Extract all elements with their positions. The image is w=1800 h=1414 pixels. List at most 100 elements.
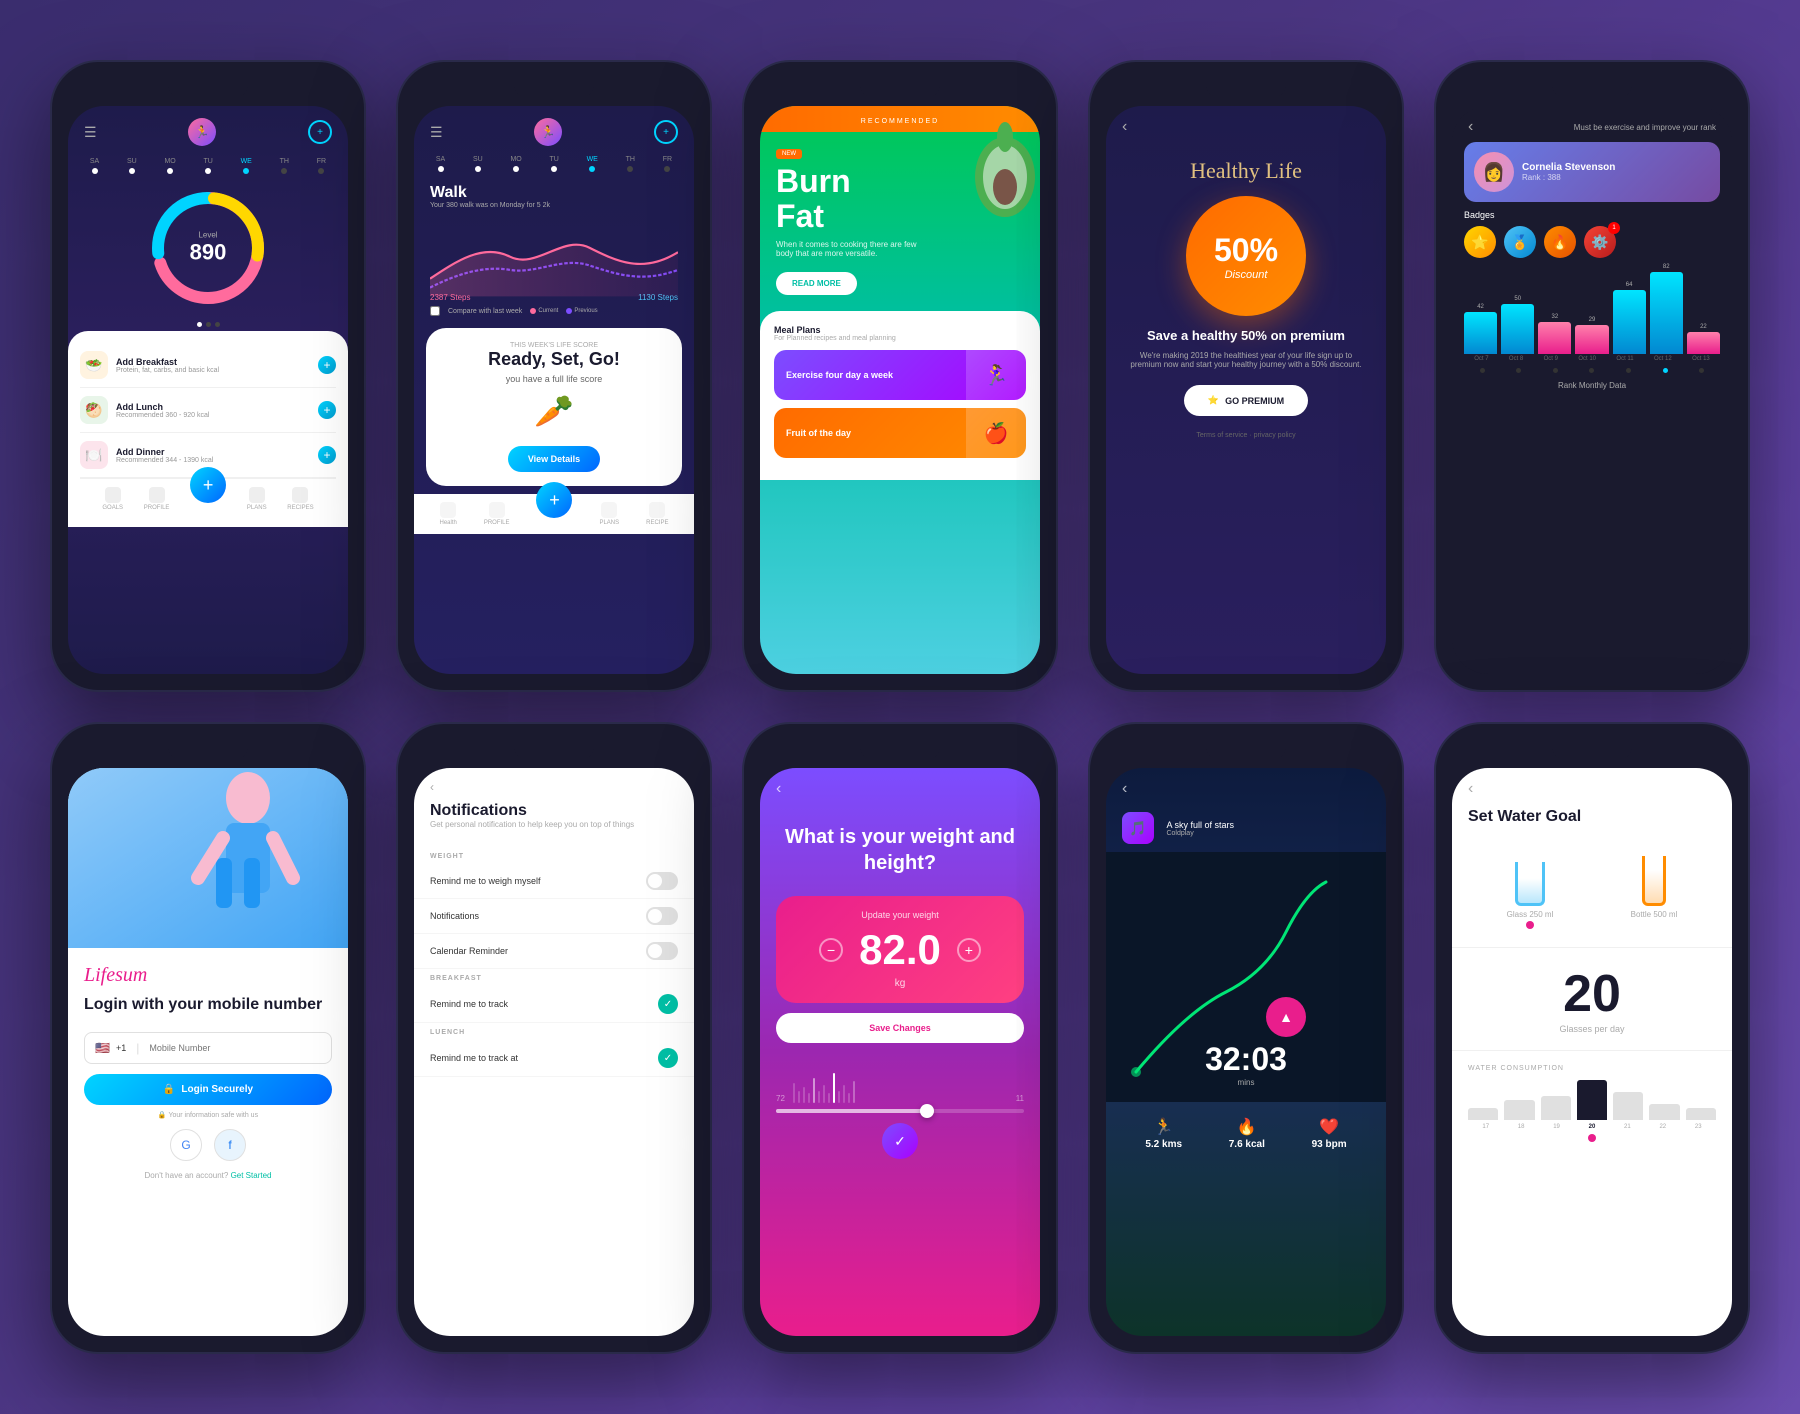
p9-stat-kcal: 🔥 7.6 kcal	[1229, 1117, 1265, 1150]
p5-header: ‹ Must be exercise and improve your rank	[1452, 106, 1732, 142]
p5-username: Cornelia Stevenson	[1522, 162, 1615, 173]
p7-subtitle: Get personal notification to help keep y…	[430, 820, 678, 829]
phone-notch-6	[168, 740, 248, 760]
p2-nav-health[interactable]: Health	[439, 502, 456, 526]
p4-discount-circle: 50% Discount	[1186, 196, 1306, 316]
p3-card-exercise[interactable]: Exercise four day a week 🏃‍♀️	[774, 350, 1026, 400]
p3-fruit-img: 🍎	[966, 408, 1026, 458]
p1-meal-breakfast[interactable]: 🥗 Add Breakfast Protein, fat, carbs, and…	[80, 343, 336, 388]
p3-hero: NEW BurnFat When it comes to cooking the…	[760, 132, 1040, 303]
p3-new-badge: NEW	[776, 149, 802, 159]
p6-facebook-btn[interactable]: f	[214, 1129, 246, 1161]
p10-dot-row	[1468, 1134, 1716, 1142]
p6-athlete-svg	[68, 768, 348, 948]
p7-header: ‹ Notifications Get personal notificatio…	[414, 768, 694, 847]
p1-menu-icon[interactable]: ☰	[84, 124, 97, 141]
p7-weigh-item[interactable]: Remind me to weigh myself	[414, 864, 694, 899]
p8-done-btn[interactable]: ✓	[882, 1123, 918, 1159]
p7-calendar-item[interactable]: Calendar Reminder	[414, 934, 694, 969]
p6-login-btn[interactable]: 🔒 Login Securely	[84, 1074, 332, 1105]
p2-menu-icon[interactable]: ☰	[430, 124, 443, 141]
p1-nav-recipes[interactable]: RECIPES	[287, 487, 313, 511]
p1-nav-plans[interactable]: PLANS	[247, 487, 267, 511]
phones-grid: ☰ 🏃 + SA SU MO TU WE TH FR	[50, 60, 1750, 1354]
p4-star-icon: ⭐	[1208, 395, 1219, 406]
p2-nav-recipes[interactable]: RECIPE	[646, 502, 668, 526]
phone7-screen: ‹ Notifications Get personal notificatio…	[414, 768, 694, 1336]
p10-back-icon[interactable]: ‹	[1468, 780, 1473, 798]
p10-count-label: Glasses per day	[1452, 1024, 1732, 1034]
p1-add-breakfast-btn[interactable]: +	[318, 356, 336, 374]
phone-notch-3	[860, 78, 940, 98]
p9-header: ‹	[1106, 768, 1386, 804]
p3-exercise-img: 🏃‍♀️	[966, 350, 1026, 400]
p7-breakfast-check: ✓	[658, 994, 678, 1014]
p4-back-icon[interactable]: ‹	[1122, 118, 1127, 135]
p3-read-more-btn[interactable]: READ MORE	[776, 272, 857, 295]
phone1-screen: ☰ 🏃 + SA SU MO TU WE TH FR	[68, 106, 348, 674]
p7-breakfast-label: BREAKFAST	[414, 969, 694, 986]
p1-add-lunch-btn[interactable]: +	[318, 401, 336, 419]
p8-weight-row: − 82.0 +	[790, 926, 1010, 974]
p4-title: Healthy Life	[1122, 158, 1370, 184]
p7-breakfast-track-item[interactable]: Remind me to track ✓	[414, 986, 694, 1023]
p2-nav-plans[interactable]: PLANS	[599, 502, 619, 526]
phone-walk: ☰ 🏃 + SA SU MO TU WE TH FR Walk Your 380…	[396, 60, 712, 692]
p10-count: 20	[1452, 964, 1732, 1024]
p10-bottle-option[interactable]: Bottle 500 ml	[1630, 846, 1678, 931]
p4-premium-btn[interactable]: ⭐ GO PREMIUM	[1184, 385, 1308, 416]
p5-back-icon[interactable]: ‹	[1468, 118, 1473, 136]
p2-view-btn[interactable]: View Details	[508, 446, 600, 472]
p1-days: SA SU MO TU WE TH FR	[68, 154, 348, 178]
phone2-screen: ☰ 🏃 + SA SU MO TU WE TH FR Walk Your 380…	[414, 106, 694, 674]
p6-google-btn[interactable]: G	[170, 1129, 202, 1161]
p2-nav-profile[interactable]: PROFILE	[484, 502, 510, 526]
p2-compare: Compare with last week Current Previous	[414, 302, 694, 320]
phone-dashboard: ☰ 🏃 + SA SU MO TU WE TH FR	[50, 60, 366, 692]
p7-lunch-label: LUENCH	[414, 1023, 694, 1040]
p7-notif-toggle[interactable]	[646, 907, 678, 925]
p2-nav-add[interactable]: +	[536, 482, 572, 518]
p6-country-code: +1	[116, 1043, 126, 1053]
p6-hero-image	[68, 768, 348, 948]
p8-back-icon[interactable]: ‹	[776, 780, 781, 798]
p7-lunch-track-item[interactable]: Remind me to track at ✓	[414, 1040, 694, 1077]
p10-glass-option[interactable]: Glass 250 ml	[1506, 846, 1554, 931]
p9-heart-icon: ❤️	[1312, 1117, 1347, 1137]
p7-back-btn[interactable]: ‹	[430, 780, 678, 794]
p1-meal-lunch[interactable]: 🥙 Add Lunch Recommended 360 - 920 kcal +	[80, 388, 336, 433]
p8-slider-thumb[interactable]	[920, 1104, 934, 1118]
p5-dots	[1464, 364, 1720, 377]
p7-weight-label: WEIGHT	[414, 847, 694, 864]
p10-bottle-vessel	[1630, 846, 1678, 906]
p5-badge-fire: 🔥	[1544, 226, 1576, 258]
phone9-screen: ‹ 🎵 A sky full of stars Coldplay	[1106, 768, 1386, 1336]
p1-nav-add[interactable]: +	[190, 467, 226, 503]
p8-card-label: Update your weight	[790, 910, 1010, 920]
p5-badge-gear: ⚙️ 1	[1584, 226, 1616, 258]
phone-music-run: ‹ 🎵 A sky full of stars Coldplay	[1088, 722, 1404, 1354]
phone-notch-10	[1552, 740, 1632, 760]
p8-slider[interactable]	[776, 1109, 1024, 1113]
p6-get-started-link[interactable]: Get Started	[231, 1171, 272, 1180]
p7-weigh-toggle[interactable]	[646, 872, 678, 890]
p10-glasses-count-area: 20 Glasses per day	[1452, 956, 1732, 1042]
p1-nav-profile[interactable]: PROFILE	[144, 487, 170, 511]
p1-nav-goals[interactable]: GOALS	[102, 487, 123, 511]
p6-secure-text: 🔒 Your information safe with us	[84, 1111, 332, 1119]
p2-days: SA SU MO TU WE TH FR	[414, 152, 694, 176]
p7-calendar-toggle[interactable]	[646, 942, 678, 960]
p9-back-icon[interactable]: ‹	[1122, 780, 1127, 798]
p8-weight-value: 82.0	[859, 926, 941, 974]
p6-flag-icon: 🇺🇸	[95, 1041, 110, 1055]
p8-save-btn[interactable]: Save Changes	[776, 1013, 1024, 1043]
p3-card-fruit[interactable]: Fruit of the day 🍎	[774, 408, 1026, 458]
p8-plus-btn[interactable]: +	[957, 938, 981, 962]
p8-minus-btn[interactable]: −	[819, 938, 843, 962]
p6-phone-input[interactable]: 🇺🇸 +1 |	[84, 1032, 332, 1064]
p7-notif-item[interactable]: Notifications	[414, 899, 694, 934]
p9-run-icon: 🏃	[1145, 1117, 1182, 1137]
p1-meals: 🥗 Add Breakfast Protein, fat, carbs, and…	[68, 331, 348, 527]
p1-add-dinner-btn[interactable]: +	[318, 446, 336, 464]
p6-mobile-input[interactable]	[149, 1043, 321, 1053]
